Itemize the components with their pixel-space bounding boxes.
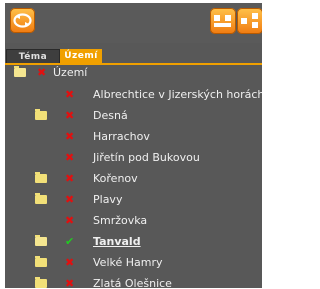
cross-icon[interactable]: ✖ [37, 65, 46, 80]
check-icon[interactable]: ✔ [65, 234, 74, 249]
folder-open-icon [35, 235, 47, 246]
ungroup-button[interactable] [237, 8, 262, 34]
folder-icon [35, 172, 47, 183]
cross-icon[interactable]: ✖ [65, 108, 74, 123]
tree-root[interactable]: ✖ Území [5, 65, 262, 82]
tab-uzemi[interactable]: Území [60, 49, 102, 63]
tree-item-label: Velké Hamry [93, 256, 163, 269]
tree-item[interactable]: ✖ Jiřetín pod Bukovou [5, 150, 262, 167]
folder-open-icon [14, 66, 26, 77]
tree-item[interactable]: ✖ Velké Hamry [5, 255, 262, 272]
cross-icon[interactable]: ✖ [65, 255, 74, 270]
cross-icon[interactable]: ✖ [65, 129, 74, 144]
tree-item[interactable]: ✖ Zlatá Olešnice [5, 276, 262, 288]
tree-item-label: Tanvald [93, 235, 141, 248]
cross-icon[interactable]: ✖ [65, 171, 74, 186]
cross-icon[interactable]: ✖ [65, 213, 74, 228]
tree-item[interactable]: ✖ Harrachov [5, 129, 262, 146]
tree-item-label: Plavy [93, 193, 123, 206]
tree-item-label: Kořenov [93, 172, 138, 185]
tree-item[interactable]: ✖ Smržovka [5, 213, 262, 230]
folder-icon [35, 109, 47, 120]
folder-icon [35, 193, 47, 204]
tree-root-label: Území [53, 66, 88, 79]
folder-icon [35, 277, 47, 288]
tree-item-selected[interactable]: ✔ Tanvald [5, 234, 262, 251]
tree-item[interactable]: ✖ Plavy [5, 192, 262, 209]
cross-icon[interactable]: ✖ [65, 87, 74, 102]
tree-item-label: Harrachov [93, 130, 150, 143]
tree-item-label: Smržovka [93, 214, 148, 227]
tree-item-label: Albrechtice v Jizerských horách [93, 88, 262, 101]
tree-item[interactable]: ✖ Desná [5, 108, 262, 125]
refresh-icon[interactable] [10, 8, 35, 33]
tree-item[interactable]: ✖ Albrechtice v Jizerských horách [5, 87, 262, 104]
tree-item[interactable]: ✖ Kořenov [5, 171, 262, 188]
folder-icon [35, 256, 47, 267]
tab-bar: Téma Území [5, 49, 262, 65]
map-panel: Téma Území ✖ Území ✖ Albrechtice v Jizer… [5, 3, 262, 288]
cross-icon[interactable]: ✖ [65, 192, 74, 207]
group-button[interactable] [210, 8, 236, 34]
cross-icon[interactable]: ✖ [65, 276, 74, 288]
cross-icon[interactable]: ✖ [65, 150, 74, 165]
tree-item-label: Zlatá Olešnice [93, 277, 172, 288]
tab-tema[interactable]: Téma [6, 49, 60, 63]
tree-item-label: Desná [93, 109, 128, 122]
tree-item-label: Jiřetín pod Bukovou [93, 151, 200, 164]
toolbar [5, 3, 262, 43]
